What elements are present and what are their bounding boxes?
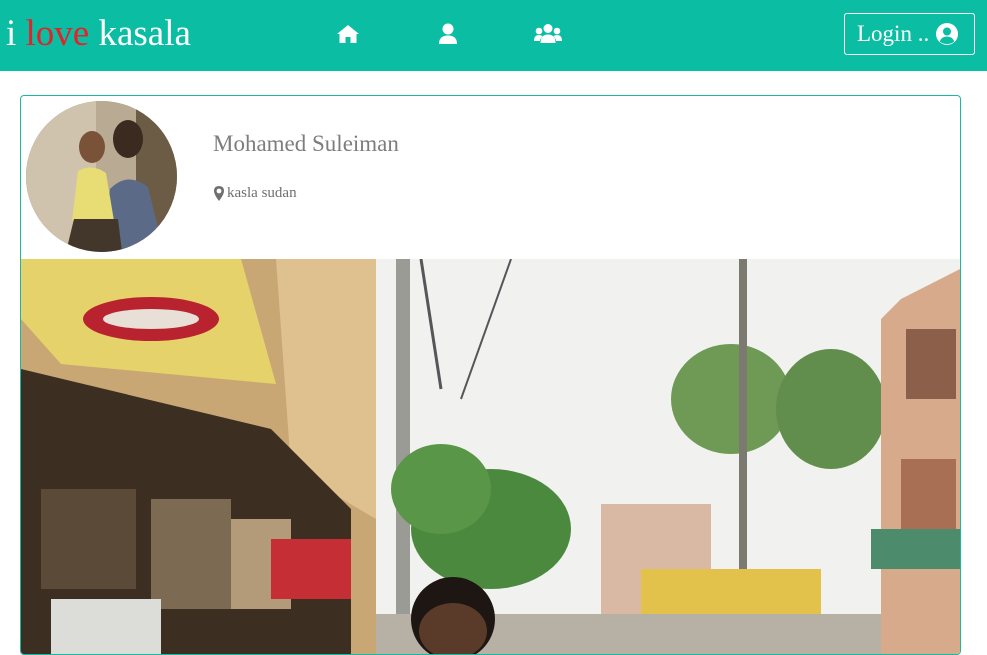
avatar-photo <box>26 101 177 252</box>
nav-home-button[interactable] <box>333 21 363 47</box>
nav-community-button[interactable] <box>533 21 563 47</box>
brand-suffix: kasala <box>98 13 191 54</box>
users-group-icon <box>534 24 562 43</box>
user-circle-icon <box>936 23 959 45</box>
home-icon <box>337 25 359 43</box>
top-navbar: i love kasala Login .. <box>0 0 987 71</box>
profile-name: Mohamed Suleiman <box>213 131 399 156</box>
brand-accent: love <box>25 13 90 54</box>
login-label: Login .. <box>857 21 930 46</box>
profile-location: kasla sudan <box>214 185 297 202</box>
map-marker-icon <box>214 186 224 201</box>
nav-profile-button[interactable] <box>433 21 463 47</box>
brand-logo[interactable]: i love kasala <box>6 10 191 58</box>
login-button[interactable]: Login .. <box>844 13 975 55</box>
post-photo[interactable] <box>21 259 960 654</box>
profile-card: Mohamed Suleiman kasla sudan <box>20 95 961 655</box>
street-scene-photo <box>21 259 960 654</box>
avatar[interactable] <box>26 101 177 252</box>
profile-location-text: kasla sudan <box>227 185 297 201</box>
user-icon <box>439 23 457 44</box>
brand-prefix: i <box>6 13 17 54</box>
